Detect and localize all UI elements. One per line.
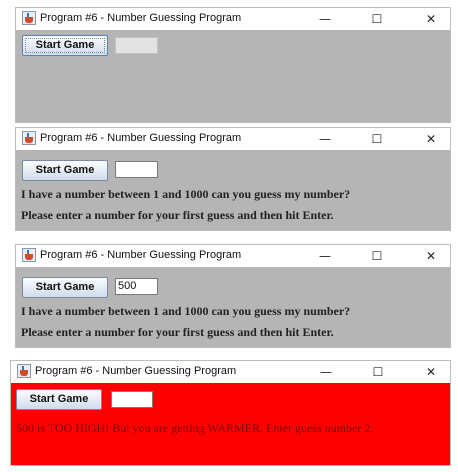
window-1: Program #6 - Number Guessing Program — ☐…: [15, 7, 451, 123]
guess-input[interactable]: [115, 37, 158, 54]
window-title: Program #6 - Number Guessing Program: [40, 249, 242, 261]
window-title: Program #6 - Number Guessing Program: [40, 12, 242, 24]
minimize-button[interactable]: —: [310, 8, 340, 30]
guess-input[interactable]: 500: [115, 278, 158, 295]
close-button[interactable]: ✕: [416, 245, 446, 267]
start-game-label: Start Game: [29, 393, 89, 405]
start-game-label: Start Game: [35, 281, 95, 293]
prompt-line-1: I have a number between 1 and 1000 can y…: [21, 187, 351, 201]
start-game-button[interactable]: Start Game: [22, 35, 108, 56]
game-panel: Start Game 500 is TOO HIGH! But you are …: [11, 383, 450, 465]
java-app-icon: [22, 131, 36, 145]
start-game-label: Start Game: [35, 164, 95, 176]
focus-ring: [25, 38, 105, 53]
start-game-button[interactable]: Start Game: [22, 160, 108, 181]
window-3: Program #6 - Number Guessing Program — ☐…: [15, 244, 451, 348]
title-bar[interactable]: Program #6 - Number Guessing Program — ☐…: [16, 245, 450, 267]
window-title: Program #6 - Number Guessing Program: [35, 365, 237, 377]
game-panel: Start Game I have a number between 1 and…: [16, 150, 450, 230]
guess-input[interactable]: [111, 391, 153, 408]
prompt-line-2: Please enter a number for your first gue…: [21, 208, 334, 222]
window-2: Program #6 - Number Guessing Program — ☐…: [15, 127, 451, 231]
close-button[interactable]: ✕: [416, 8, 446, 30]
maximize-button[interactable]: ☐: [362, 8, 392, 30]
java-app-icon: [22, 11, 36, 25]
close-button[interactable]: ✕: [416, 361, 446, 383]
title-bar[interactable]: Program #6 - Number Guessing Program — ☐…: [16, 8, 450, 30]
minimize-button[interactable]: —: [311, 361, 341, 383]
window-4: Program #6 - Number Guessing Program — ☐…: [10, 360, 451, 466]
minimize-button[interactable]: —: [310, 128, 340, 150]
prompt-line-1: I have a number between 1 and 1000 can y…: [21, 304, 351, 318]
window-title: Program #6 - Number Guessing Program: [40, 132, 242, 144]
start-game-button[interactable]: Start Game: [16, 389, 102, 410]
java-app-icon: [22, 248, 36, 262]
start-game-button[interactable]: Start Game: [22, 277, 108, 298]
title-bar[interactable]: Program #6 - Number Guessing Program — ☐…: [16, 128, 450, 150]
feedback-message: 500 is TOO HIGH! But you are getting WAR…: [16, 421, 374, 435]
close-button[interactable]: ✕: [416, 128, 446, 150]
game-panel: Start Game: [16, 30, 450, 122]
maximize-button[interactable]: ☐: [362, 245, 392, 267]
game-panel: Start Game 500 I have a number between 1…: [16, 267, 450, 347]
guess-input[interactable]: [115, 161, 158, 178]
title-bar[interactable]: Program #6 - Number Guessing Program — ☐…: [11, 361, 450, 383]
maximize-button[interactable]: ☐: [363, 361, 393, 383]
minimize-button[interactable]: —: [310, 245, 340, 267]
maximize-button[interactable]: ☐: [362, 128, 392, 150]
prompt-line-2: Please enter a number for your first gue…: [21, 325, 334, 339]
java-app-icon: [17, 364, 31, 378]
